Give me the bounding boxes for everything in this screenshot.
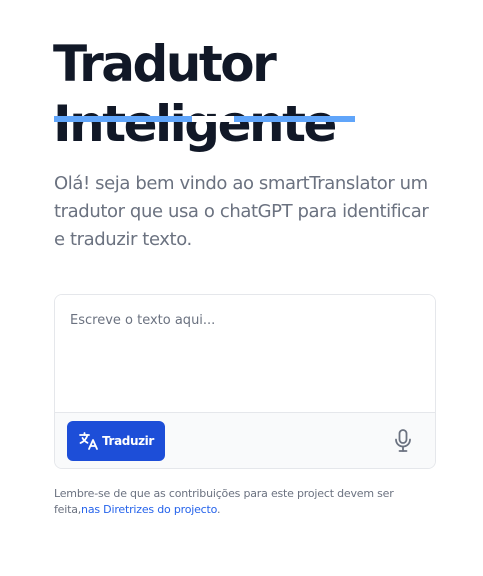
page-title: Tradutor Inteligente [53, 34, 337, 154]
title-line-2: Inteligente [53, 95, 337, 153]
translate-button-label: Traduzir [102, 434, 154, 448]
guidelines-link[interactable]: nas Diretrizes do projecto [81, 503, 217, 516]
text-input[interactable] [55, 295, 435, 413]
translate-button[interactable]: Traduzir [67, 421, 165, 461]
microphone-button[interactable] [391, 428, 415, 454]
translation-form: Traduzir [54, 294, 436, 469]
title-line-1: Tradutor [53, 35, 277, 93]
note-suffix: . [216, 503, 221, 516]
contribution-note: Lembre-se de que as contribuições para e… [54, 486, 414, 518]
title-underline-gap [192, 116, 234, 122]
page: Tradutor Inteligente Olá! seja bem vindo… [0, 0, 483, 576]
translate-icon [78, 431, 100, 451]
editor-toolbar: Traduzir [55, 412, 435, 468]
subtitle: Olá! seja bem vindo ao smartTranslator u… [54, 173, 429, 250]
microphone-icon [391, 429, 415, 457]
